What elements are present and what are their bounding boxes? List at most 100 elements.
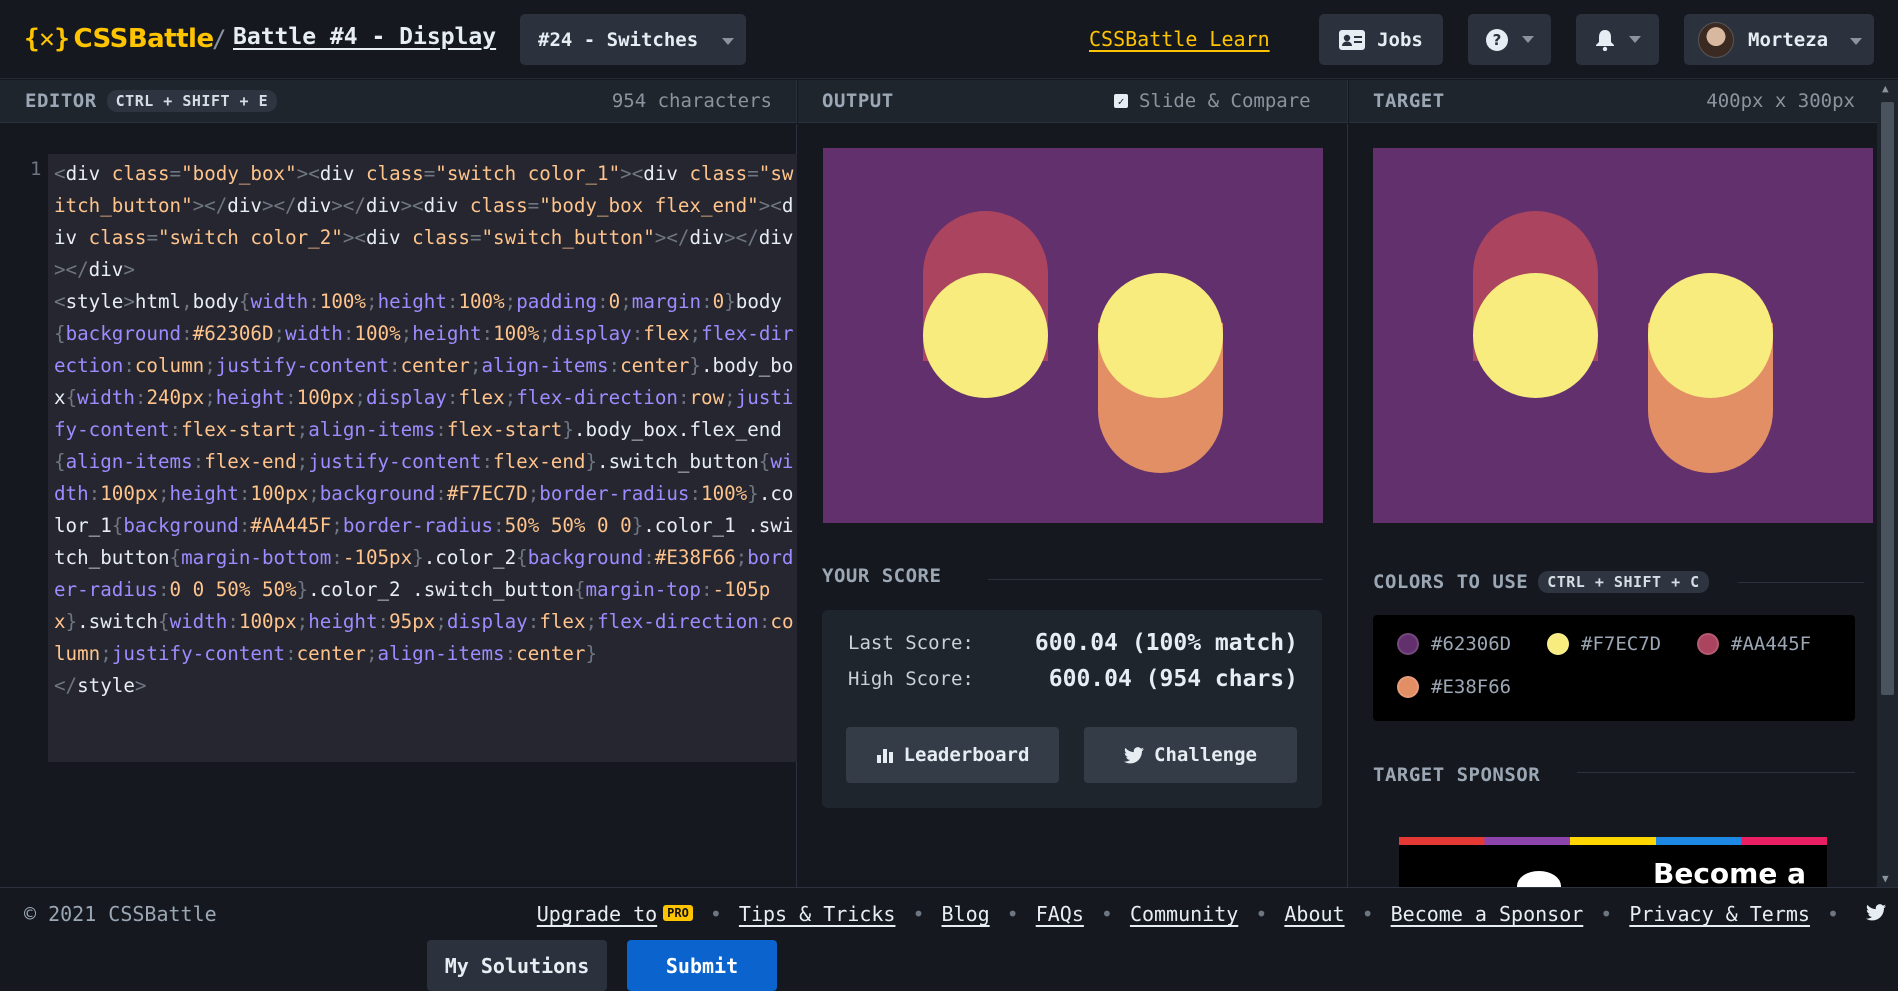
scroll-up-icon[interactable]: ▲	[1882, 82, 1889, 95]
user-menu[interactable]: Morteza	[1684, 14, 1874, 65]
breadcrumb-separator: /	[212, 25, 227, 53]
color-swatch[interactable]: #AA445F	[1697, 633, 1811, 655]
separator: •	[912, 902, 925, 926]
scroll-thumb[interactable]	[1881, 102, 1894, 695]
line-number: 1	[30, 158, 42, 180]
color-hex: #62306D	[1431, 633, 1512, 655]
learn-link[interactable]: CSSBattle Learn	[1089, 27, 1270, 51]
color-hex: #AA445F	[1731, 633, 1812, 655]
upgrade-label: Upgrade to	[536, 902, 658, 926]
target-size: 400px x 300px	[1706, 90, 1855, 112]
color-swatch[interactable]: #62306D	[1397, 633, 1511, 655]
slide-compare-toggle[interactable]: ✓ Slide & Compare	[1114, 90, 1311, 112]
twitter-icon	[1124, 746, 1145, 763]
code-editor: 1 <div class="body_box"><div class="swit…	[0, 124, 797, 991]
colors-shortcut: CTRL + SHIFT + C	[1538, 571, 1709, 593]
challenge-label: Challenge	[1154, 744, 1257, 766]
color-hex: #E38F66	[1431, 676, 1512, 698]
score-box: Last Score: 600.04 (100% match) High Sco…	[822, 610, 1322, 808]
upgrade-link[interactable]: Upgrade to PRO	[537, 902, 693, 926]
footer-link-blog[interactable]: Blog	[942, 902, 990, 926]
bell-icon	[1595, 29, 1614, 51]
sponsor-banner[interactable]: Become a	[1399, 837, 1827, 887]
logo[interactable]: {✕} CSSBattle	[24, 24, 214, 54]
switch-2-knob	[1098, 273, 1223, 398]
avatar	[1698, 21, 1734, 58]
color-dot	[1697, 633, 1719, 655]
last-score-row: Last Score: 600.04 (100% match)	[848, 630, 1298, 656]
character-count: 954 characters	[611, 90, 772, 112]
submit-button[interactable]: Submit	[627, 940, 777, 991]
footer-link-sponsor[interactable]: Become a Sponsor	[1391, 902, 1584, 926]
high-score-value: 600.04 (954 chars)	[1048, 666, 1298, 692]
divider	[1738, 582, 1864, 583]
color-palette: #62306D #F7EC7D #AA445F #E38F66	[1373, 615, 1855, 721]
code-textarea[interactable]: <div class="body_box"><div class="switch…	[48, 154, 797, 762]
separator: •	[1361, 902, 1374, 926]
high-score-row: High Score: 600.04 (954 chars)	[848, 666, 1298, 692]
colors-title-text: COLORS TO USE	[1373, 571, 1529, 593]
output-panel: YOUR SCORE Last Score: 600.04 (100% matc…	[798, 124, 1348, 887]
logo-text: CSSBattle	[73, 24, 214, 54]
challenge-button[interactable]: Challenge	[1084, 727, 1297, 783]
switch-1-knob	[923, 273, 1048, 398]
editor-title: EDITOR	[25, 90, 97, 112]
high-score-label: High Score:	[848, 668, 974, 690]
footer-link-tips[interactable]: Tips & Tricks	[739, 902, 896, 926]
notifications-menu[interactable]	[1576, 14, 1659, 65]
target-panel: COLORS TO USE CTRL + SHIFT + C #62306D #…	[1349, 124, 1875, 887]
id-card-icon	[1339, 29, 1366, 50]
sponsor-logo-icon	[1517, 871, 1561, 887]
color-swatch[interactable]: #F7EC7D	[1547, 633, 1661, 655]
color-dot	[1397, 676, 1419, 698]
color-hex: #F7EC7D	[1581, 633, 1662, 655]
divider	[988, 579, 1322, 580]
target-select[interactable]: #24 - Switches	[520, 14, 746, 65]
leaderboard-label: Leaderboard	[903, 744, 1030, 766]
output-title: OUTPUT	[822, 90, 894, 112]
page-scrollbar[interactable]: ▲ ▼	[1877, 80, 1898, 887]
scroll-down-icon[interactable]: ▼	[1882, 872, 1889, 885]
output-canvas[interactable]	[823, 148, 1323, 523]
color-dot	[1547, 633, 1569, 655]
divider	[1577, 772, 1855, 773]
battle-link[interactable]: Battle #4 - Display	[233, 24, 496, 50]
colors-title: COLORS TO USE CTRL + SHIFT + C	[1373, 571, 1864, 593]
separator: •	[1100, 902, 1113, 926]
footer-link-faqs[interactable]: FAQs	[1036, 902, 1084, 926]
twitter-icon[interactable]	[1866, 904, 1886, 921]
target-select-label: #24 - Switches	[538, 28, 699, 51]
copyright: © 2021 CSSBattle	[24, 902, 217, 926]
color-swatch[interactable]: #E38F66	[1397, 676, 1511, 698]
footer-link-about[interactable]: About	[1284, 902, 1344, 926]
footer-link-privacy[interactable]: Privacy & Terms	[1629, 902, 1810, 926]
target-title: TARGET	[1373, 90, 1445, 112]
my-solutions-button[interactable]: My Solutions	[427, 940, 607, 991]
top-bar: {✕} CSSBattle / Battle #4 - Display #24 …	[0, 0, 1898, 79]
leaderboard-button[interactable]: Leaderboard	[846, 727, 1059, 783]
footer: © 2021 CSSBattle Upgrade to PRO • Tips & …	[0, 887, 1898, 937]
output-header: OUTPUT ✓ Slide & Compare	[798, 80, 1348, 123]
footer-link-community[interactable]: Community	[1130, 902, 1238, 926]
separator: •	[1006, 902, 1019, 926]
chevron-down-icon	[1521, 36, 1534, 43]
separator: •	[1600, 902, 1613, 926]
username: Morteza	[1748, 28, 1829, 51]
slide-compare-label: Slide & Compare	[1139, 90, 1311, 112]
footer-links: Upgrade to PRO • Tips & Tricks • Blog • F…	[537, 902, 1856, 926]
editor-header: EDITOR CTRL + SHIFT + E 954 characters	[0, 80, 797, 123]
bar-chart-icon	[876, 749, 893, 763]
help-menu[interactable]: ?	[1468, 14, 1551, 65]
logo-mark: {✕}	[24, 24, 70, 54]
jobs-label: Jobs	[1377, 28, 1423, 51]
rainbow-stripe	[1399, 837, 1827, 845]
pro-badge: PRO	[663, 905, 693, 921]
last-score-label: Last Score:	[848, 632, 974, 654]
jobs-button[interactable]: Jobs	[1319, 14, 1443, 65]
svg-text:?: ?	[1492, 31, 1501, 49]
question-icon: ?	[1485, 28, 1508, 51]
switch-1-knob	[1473, 273, 1598, 398]
checkbox-icon[interactable]: ✓	[1114, 94, 1128, 108]
editor-shortcut: CTRL + SHIFT + E	[106, 90, 278, 112]
sponsor-text: Become a	[1653, 857, 1806, 887]
